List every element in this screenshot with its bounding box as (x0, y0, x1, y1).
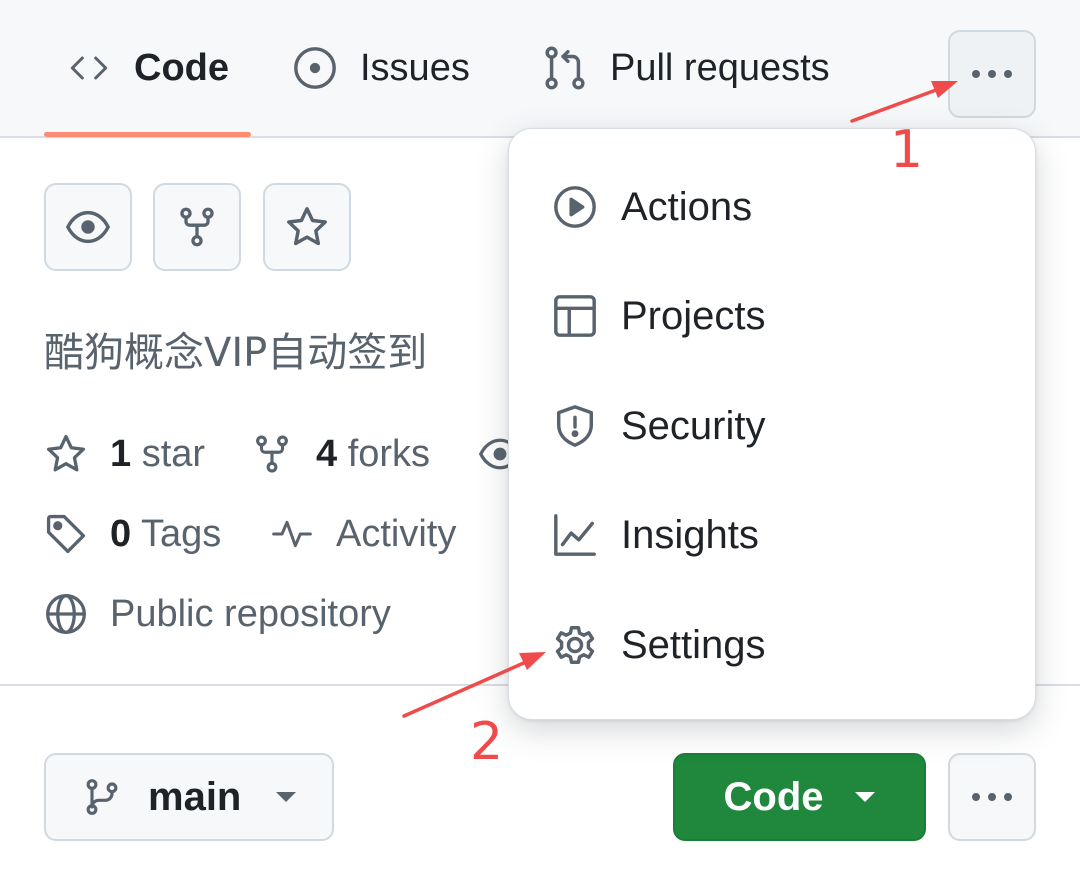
visibility-info: Public repository (44, 592, 391, 636)
globe-icon (44, 592, 88, 636)
forks-link[interactable]: 4 forks (250, 432, 430, 476)
visibility-label: Public repository (110, 592, 391, 635)
menu-item-actions[interactable]: Actions (509, 157, 1037, 257)
activity-label: Activity (336, 512, 457, 555)
tags-count: 0 (110, 512, 132, 555)
play-icon (551, 183, 599, 231)
tab-code[interactable]: Code (44, 0, 251, 137)
tag-icon (44, 512, 88, 556)
tab-pull-requests[interactable]: Pull requests (542, 0, 830, 136)
tab-issues-label: Issues (360, 46, 470, 89)
issue-opened-icon (292, 45, 338, 91)
gear-icon (551, 621, 599, 669)
git-pull-request-icon (542, 45, 588, 91)
eye-icon (65, 204, 111, 250)
triangle-down-icon (275, 791, 297, 803)
stars-link[interactable]: 1 star (44, 432, 205, 476)
menu-item-insights[interactable]: Insights (509, 485, 1037, 585)
repo-forked-icon (250, 432, 294, 476)
menu-item-label: Projects (621, 293, 766, 338)
git-branch-icon (82, 775, 122, 819)
more-tabs-dropdown: Actions Projects Security Insights Setti… (508, 128, 1036, 720)
repo-description: 酷狗概念VIP自动签到 (44, 330, 428, 376)
more-tabs-button[interactable] (948, 30, 1036, 118)
pulse-icon (270, 512, 314, 556)
kebab-horizontal-icon (968, 791, 1016, 803)
tab-pull-requests-label: Pull requests (610, 46, 830, 89)
more-options-button[interactable] (948, 753, 1036, 841)
shield-icon (551, 402, 599, 450)
fork-button[interactable] (153, 183, 241, 271)
annotation-step-1: 1 (890, 120, 924, 180)
menu-item-label: Insights (621, 512, 759, 557)
graph-icon (551, 511, 599, 559)
menu-item-label: Settings (621, 622, 766, 667)
star-icon (284, 204, 330, 250)
star-button[interactable] (263, 183, 351, 271)
watch-button[interactable] (44, 183, 132, 271)
repo-tab-bar: Code Issues Pull requests (0, 0, 1080, 138)
menu-item-projects[interactable]: Projects (509, 266, 1037, 366)
branch-name: main (148, 774, 242, 819)
code-download-button[interactable]: Code (673, 753, 926, 841)
forks-count: 4 (316, 432, 338, 475)
tab-issues[interactable]: Issues (292, 0, 470, 136)
code-button-label: Code (723, 774, 824, 819)
tags-link[interactable]: 0 Tags (44, 512, 221, 556)
kebab-horizontal-icon (968, 68, 1016, 80)
menu-item-label: Security (621, 403, 766, 448)
menu-item-label: Actions (621, 184, 753, 229)
repo-forked-icon (175, 205, 219, 249)
code-icon (66, 45, 112, 91)
tags-label: Tags (141, 512, 222, 555)
tab-code-label: Code (134, 46, 229, 89)
activity-link[interactable]: Activity (270, 512, 456, 556)
star-icon (44, 432, 88, 476)
triangle-down-icon (854, 791, 876, 803)
forks-label: forks (347, 432, 431, 475)
stars-label: star (141, 432, 206, 475)
stars-count: 1 (110, 432, 132, 475)
table-icon (551, 292, 599, 340)
annotation-step-2: 2 (470, 712, 504, 772)
menu-item-security[interactable]: Security (509, 376, 1037, 476)
branch-select-button[interactable]: main (44, 753, 334, 841)
menu-item-settings[interactable]: Settings (509, 595, 1037, 695)
